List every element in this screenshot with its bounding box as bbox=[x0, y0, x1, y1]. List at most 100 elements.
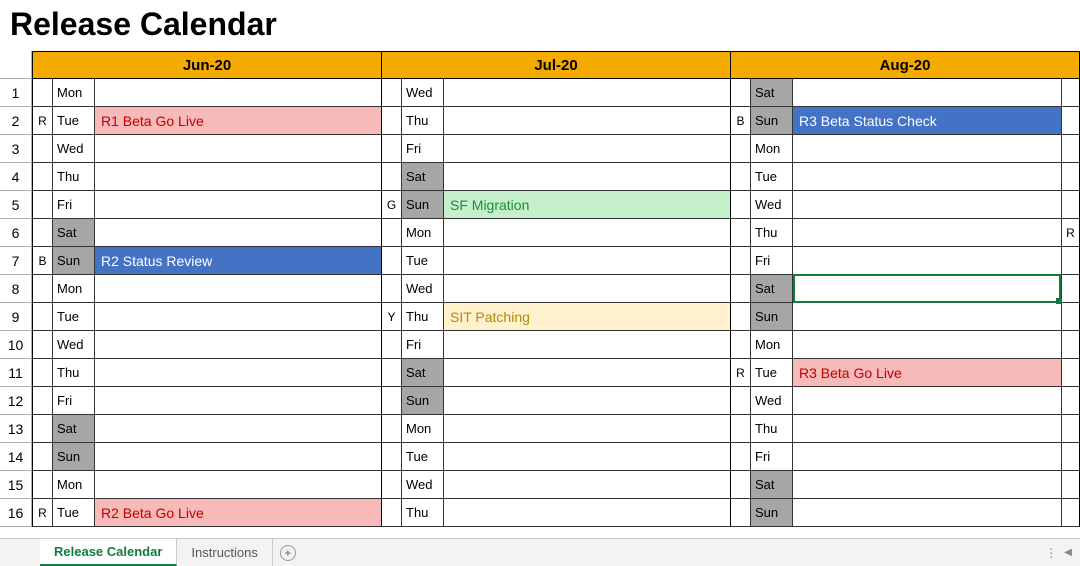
calendar-row[interactable]: BSunR3 Beta Status Check bbox=[731, 107, 1079, 135]
calendar-row[interactable]: Mon bbox=[731, 135, 1079, 163]
row-tag-cell[interactable] bbox=[731, 219, 751, 246]
event-cell[interactable] bbox=[793, 191, 1061, 218]
row-tag-cell[interactable] bbox=[731, 163, 751, 190]
calendar-row[interactable]: Tue bbox=[33, 303, 381, 331]
row-number[interactable]: 9 bbox=[0, 303, 31, 331]
day-of-week-cell[interactable]: Sat bbox=[402, 359, 444, 386]
event-cell[interactable] bbox=[95, 219, 381, 246]
day-of-week-cell[interactable]: Wed bbox=[402, 471, 444, 498]
calendar-row[interactable]: Sat bbox=[33, 219, 381, 247]
calendar-row[interactable]: YThuSIT Patching bbox=[382, 303, 730, 331]
row-number[interactable]: 2 bbox=[0, 107, 31, 135]
calendar-row[interactable]: Thu bbox=[731, 415, 1079, 443]
row-tag-cell[interactable] bbox=[33, 387, 53, 414]
trailing-cell[interactable] bbox=[1061, 191, 1079, 218]
calendar-row[interactable]: Thu R bbox=[731, 219, 1079, 247]
day-of-week-cell[interactable]: Sun bbox=[402, 387, 444, 414]
row-tag-cell[interactable] bbox=[382, 359, 402, 386]
day-of-week-cell[interactable]: Thu bbox=[402, 499, 444, 526]
day-of-week-cell[interactable]: Thu bbox=[402, 107, 444, 134]
event-cell[interactable] bbox=[444, 163, 730, 190]
add-sheet-button[interactable]: + bbox=[273, 539, 303, 566]
row-number[interactable]: 4 bbox=[0, 163, 31, 191]
day-of-week-cell[interactable]: Wed bbox=[751, 387, 793, 414]
row-tag-cell[interactable] bbox=[382, 443, 402, 470]
row-tag-cell[interactable] bbox=[731, 443, 751, 470]
row-number[interactable]: 10 bbox=[0, 331, 31, 359]
event-cell[interactable] bbox=[444, 359, 730, 386]
row-number[interactable]: 12 bbox=[0, 387, 31, 415]
day-of-week-cell[interactable]: Mon bbox=[53, 275, 95, 302]
day-of-week-cell[interactable]: Wed bbox=[53, 135, 95, 162]
calendar-row[interactable]: Sat bbox=[731, 471, 1079, 499]
event-cell[interactable]: R1 Beta Go Live bbox=[95, 107, 381, 134]
event-cell[interactable] bbox=[444, 275, 730, 302]
row-tag-cell[interactable] bbox=[731, 79, 751, 106]
event-cell[interactable] bbox=[95, 191, 381, 218]
calendar-row[interactable]: Mon bbox=[731, 331, 1079, 359]
day-of-week-cell[interactable]: Sat bbox=[53, 415, 95, 442]
day-of-week-cell[interactable]: Fri bbox=[53, 387, 95, 414]
row-tag-cell[interactable] bbox=[731, 303, 751, 330]
day-of-week-cell[interactable]: Mon bbox=[53, 471, 95, 498]
event-cell[interactable] bbox=[793, 303, 1061, 330]
calendar-row[interactable]: Mon bbox=[33, 79, 381, 107]
day-of-week-cell[interactable]: Thu bbox=[53, 359, 95, 386]
row-tag-cell[interactable] bbox=[382, 79, 402, 106]
event-cell[interactable]: R2 Status Review bbox=[95, 247, 381, 274]
event-cell[interactable]: SIT Patching bbox=[444, 303, 730, 330]
row-number[interactable]: 3 bbox=[0, 135, 31, 163]
calendar-row[interactable]: Sat bbox=[731, 79, 1079, 107]
event-cell[interactable] bbox=[793, 387, 1061, 414]
event-cell[interactable] bbox=[793, 163, 1061, 190]
row-number[interactable]: 1 bbox=[0, 79, 31, 107]
event-cell[interactable] bbox=[444, 443, 730, 470]
day-of-week-cell[interactable]: Sat bbox=[53, 219, 95, 246]
row-tag-cell[interactable] bbox=[33, 219, 53, 246]
calendar-row[interactable]: Fri bbox=[731, 443, 1079, 471]
calendar-row[interactable]: Sun bbox=[382, 387, 730, 415]
event-cell[interactable] bbox=[95, 471, 381, 498]
calendar-row[interactable]: RTueR2 Beta Go Live bbox=[33, 499, 381, 527]
row-tag-cell[interactable] bbox=[731, 191, 751, 218]
day-of-week-cell[interactable]: Sat bbox=[751, 79, 793, 106]
row-tag-cell[interactable] bbox=[382, 247, 402, 274]
row-number[interactable]: 13 bbox=[0, 415, 31, 443]
row-tag-cell[interactable] bbox=[33, 471, 53, 498]
calendar-row[interactable]: GSunSF Migration bbox=[382, 191, 730, 219]
trailing-cell[interactable]: R bbox=[1061, 219, 1079, 246]
day-of-week-cell[interactable]: Tue bbox=[751, 163, 793, 190]
event-cell[interactable] bbox=[95, 79, 381, 106]
trailing-cell[interactable] bbox=[1061, 331, 1079, 358]
day-of-week-cell[interactable]: Sun bbox=[402, 191, 444, 218]
row-tag-cell[interactable] bbox=[33, 415, 53, 442]
day-of-week-cell[interactable]: Sun bbox=[751, 303, 793, 330]
event-cell[interactable] bbox=[793, 415, 1061, 442]
trailing-cell[interactable] bbox=[1061, 471, 1079, 498]
calendar-row[interactable]: Sat bbox=[731, 275, 1079, 303]
row-tag-cell[interactable] bbox=[33, 303, 53, 330]
row-tag-cell[interactable] bbox=[731, 275, 751, 302]
calendar-row[interactable]: RTueR1 Beta Go Live bbox=[33, 107, 381, 135]
row-tag-cell[interactable] bbox=[731, 247, 751, 274]
event-cell[interactable] bbox=[793, 79, 1061, 106]
row-tag-cell[interactable] bbox=[731, 471, 751, 498]
event-cell[interactable] bbox=[793, 443, 1061, 470]
row-number[interactable]: 8 bbox=[0, 275, 31, 303]
calendar-row[interactable]: Wed bbox=[382, 471, 730, 499]
row-tag-cell[interactable] bbox=[382, 415, 402, 442]
calendar-row[interactable]: Tue bbox=[731, 163, 1079, 191]
calendar-row[interactable]: Fri bbox=[382, 135, 730, 163]
day-of-week-cell[interactable]: Wed bbox=[402, 275, 444, 302]
calendar-row[interactable]: Sun bbox=[731, 303, 1079, 331]
row-number[interactable]: 14 bbox=[0, 443, 31, 471]
calendar-row[interactable]: Fri bbox=[33, 387, 381, 415]
day-of-week-cell[interactable]: Thu bbox=[751, 219, 793, 246]
event-cell[interactable] bbox=[793, 499, 1061, 526]
day-of-week-cell[interactable]: Wed bbox=[402, 79, 444, 106]
calendar-row[interactable]: Mon bbox=[33, 275, 381, 303]
calendar-row[interactable]: Mon bbox=[382, 415, 730, 443]
day-of-week-cell[interactable]: Wed bbox=[751, 191, 793, 218]
day-of-week-cell[interactable]: Sun bbox=[53, 443, 95, 470]
row-tag-cell[interactable] bbox=[33, 331, 53, 358]
